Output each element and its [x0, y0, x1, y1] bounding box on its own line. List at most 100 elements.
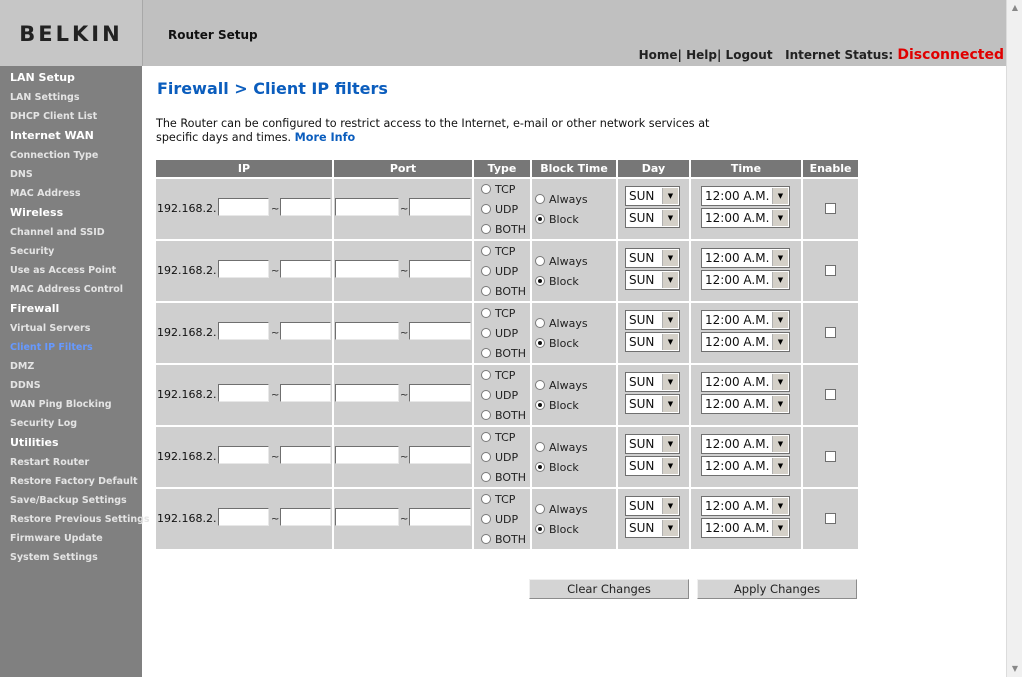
time-select[interactable]: 12:00 A.M. ▼	[701, 434, 790, 454]
day-select[interactable]: SUN ▼	[625, 456, 680, 476]
sidebar-item-virtual-servers[interactable]: Virtual Servers	[10, 323, 90, 334]
ip-end-input[interactable]	[280, 384, 331, 402]
vertical-scrollbar[interactable]: ▲ ▼	[1006, 0, 1022, 677]
port-start-input[interactable]	[335, 384, 399, 402]
enable-checkbox[interactable]	[825, 389, 836, 400]
chevron-down-icon[interactable]: ▼	[662, 272, 678, 288]
ip-start-input[interactable]	[218, 508, 269, 526]
sidebar-item-mac-address[interactable]: MAC Address	[10, 188, 80, 199]
time-select[interactable]: 12:00 A.M. ▼	[701, 248, 790, 268]
chevron-down-icon[interactable]: ▼	[662, 374, 678, 390]
enable-checkbox[interactable]	[825, 203, 836, 214]
ip-end-input[interactable]	[280, 198, 331, 216]
scroll-up-icon[interactable]: ▲	[1010, 3, 1020, 13]
type-both-radio[interactable]	[481, 472, 491, 482]
chevron-down-icon[interactable]: ▼	[772, 250, 788, 266]
block-always-radio[interactable]	[535, 194, 545, 204]
type-tcp-radio[interactable]	[481, 246, 491, 256]
block-always-radio[interactable]	[535, 504, 545, 514]
block-always-radio[interactable]	[535, 380, 545, 390]
port-start-input[interactable]	[335, 446, 399, 464]
day-select[interactable]: SUN ▼	[625, 248, 680, 268]
time-select[interactable]: 12:00 A.M. ▼	[701, 496, 790, 516]
port-end-input[interactable]	[409, 446, 471, 464]
sidebar-item-restart-router[interactable]: Restart Router	[10, 457, 89, 468]
logout-link[interactable]: Logout	[726, 48, 773, 62]
time-select[interactable]: 12:00 A.M. ▼	[701, 208, 790, 228]
time-select[interactable]: 12:00 A.M. ▼	[701, 310, 790, 330]
port-end-input[interactable]	[409, 508, 471, 526]
type-tcp-radio[interactable]	[481, 494, 491, 504]
day-select[interactable]: SUN ▼	[625, 270, 680, 290]
chevron-down-icon[interactable]: ▼	[772, 436, 788, 452]
enable-checkbox[interactable]	[825, 513, 836, 524]
help-link[interactable]: Help	[686, 48, 717, 62]
type-tcp-radio[interactable]	[481, 370, 491, 380]
sidebar-item-lan-settings[interactable]: LAN Settings	[10, 92, 80, 103]
sidebar-item-connection-type[interactable]: Connection Type	[10, 150, 98, 161]
ip-start-input[interactable]	[218, 322, 269, 340]
type-udp-radio[interactable]	[481, 452, 491, 462]
type-both-radio[interactable]	[481, 224, 491, 234]
ip-start-input[interactable]	[218, 198, 269, 216]
block-always-radio[interactable]	[535, 442, 545, 452]
type-both-radio[interactable]	[481, 348, 491, 358]
day-select[interactable]: SUN ▼	[625, 496, 680, 516]
day-select[interactable]: SUN ▼	[625, 310, 680, 330]
type-both-radio[interactable]	[481, 534, 491, 544]
chevron-down-icon[interactable]: ▼	[772, 312, 788, 328]
type-both-radio[interactable]	[481, 286, 491, 296]
block-block-radio[interactable]	[535, 524, 545, 534]
sidebar-item-wan-ping-blocking[interactable]: WAN Ping Blocking	[10, 399, 112, 410]
time-select[interactable]: 12:00 A.M. ▼	[701, 332, 790, 352]
sidebar-item-ddns[interactable]: DDNS	[10, 380, 41, 391]
chevron-down-icon[interactable]: ▼	[772, 272, 788, 288]
block-block-radio[interactable]	[535, 214, 545, 224]
sidebar-item-restore-previous-settings[interactable]: Restore Previous Settings	[10, 514, 150, 525]
ip-start-input[interactable]	[218, 260, 269, 278]
port-start-input[interactable]	[335, 322, 399, 340]
home-link[interactable]: Home	[639, 48, 678, 62]
time-select[interactable]: 12:00 A.M. ▼	[701, 372, 790, 392]
ip-start-input[interactable]	[218, 446, 269, 464]
type-udp-radio[interactable]	[481, 266, 491, 276]
time-select[interactable]: 12:00 A.M. ▼	[701, 186, 790, 206]
scroll-down-icon[interactable]: ▼	[1010, 664, 1020, 674]
chevron-down-icon[interactable]: ▼	[662, 396, 678, 412]
sidebar-item-client-ip-filters[interactable]: Client IP Filters	[10, 342, 93, 353]
chevron-down-icon[interactable]: ▼	[662, 436, 678, 452]
sidebar-item-restore-factory-default[interactable]: Restore Factory Default	[10, 476, 138, 487]
day-select[interactable]: SUN ▼	[625, 518, 680, 538]
ip-end-input[interactable]	[280, 508, 331, 526]
time-select[interactable]: 12:00 A.M. ▼	[701, 456, 790, 476]
chevron-down-icon[interactable]: ▼	[772, 520, 788, 536]
apply-changes-button[interactable]: Apply Changes	[697, 579, 857, 599]
chevron-down-icon[interactable]: ▼	[662, 334, 678, 350]
type-tcp-radio[interactable]	[481, 184, 491, 194]
time-select[interactable]: 12:00 A.M. ▼	[701, 394, 790, 414]
chevron-down-icon[interactable]: ▼	[662, 458, 678, 474]
type-tcp-radio[interactable]	[481, 308, 491, 318]
chevron-down-icon[interactable]: ▼	[662, 312, 678, 328]
sidebar-item-system-settings[interactable]: System Settings	[10, 552, 98, 563]
port-start-input[interactable]	[335, 198, 399, 216]
sidebar-item-security-log[interactable]: Security Log	[10, 418, 77, 429]
port-end-input[interactable]	[409, 384, 471, 402]
chevron-down-icon[interactable]: ▼	[772, 396, 788, 412]
type-tcp-radio[interactable]	[481, 432, 491, 442]
port-start-input[interactable]	[335, 508, 399, 526]
ip-start-input[interactable]	[218, 384, 269, 402]
sidebar-item-channel-and-ssid[interactable]: Channel and SSID	[10, 227, 105, 238]
chevron-down-icon[interactable]: ▼	[772, 334, 788, 350]
block-block-radio[interactable]	[535, 462, 545, 472]
day-select[interactable]: SUN ▼	[625, 434, 680, 454]
block-always-radio[interactable]	[535, 318, 545, 328]
type-udp-radio[interactable]	[481, 204, 491, 214]
chevron-down-icon[interactable]: ▼	[772, 458, 788, 474]
sidebar-item-use-as-access-point[interactable]: Use as Access Point	[10, 265, 116, 276]
sidebar-item-dhcp-client-list[interactable]: DHCP Client List	[10, 111, 97, 122]
time-select[interactable]: 12:00 A.M. ▼	[701, 518, 790, 538]
chevron-down-icon[interactable]: ▼	[662, 188, 678, 204]
chevron-down-icon[interactable]: ▼	[662, 498, 678, 514]
day-select[interactable]: SUN ▼	[625, 186, 680, 206]
